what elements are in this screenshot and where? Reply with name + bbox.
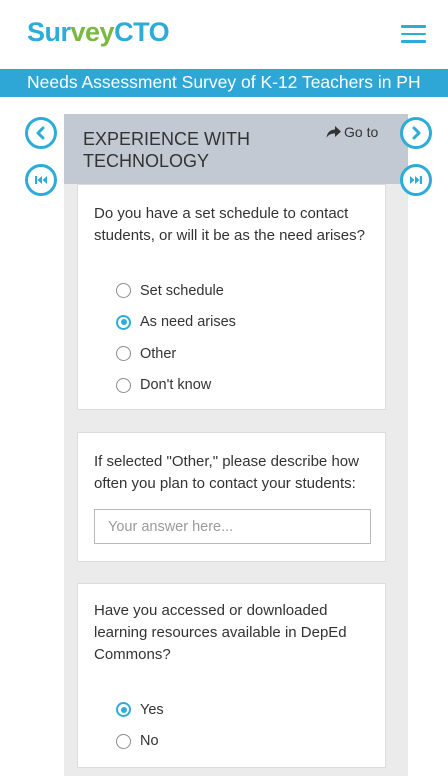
radio-group: Set schedule As need arises Other Don't … [78,275,385,401]
radio-group: Yes No [78,694,385,757]
question-text: Do you have a set schedule to contact st… [94,205,365,244]
section-header: EXPERIENCE WITH TECHNOLOGY Go to [64,114,408,184]
chevron-right-icon [412,126,421,140]
radio-option[interactable]: As need arises [116,307,385,339]
radio-button[interactable] [116,283,131,299]
first-page-button[interactable] [25,164,57,196]
skip-first-icon [35,176,47,184]
radio-button-checked[interactable] [116,702,131,718]
goto-button[interactable]: Go to [326,124,378,140]
survey-title: Needs Assessment Survey of K-12 Teachers… [27,72,421,92]
skip-last-icon [410,176,422,184]
surveycto-logo[interactable]: SurveyCTO [27,17,170,48]
radio-button-checked[interactable] [116,314,131,330]
share-arrow-icon [326,126,341,138]
answer-input[interactable] [94,509,371,544]
question-text: Have you accessed or downloaded learning… [94,602,347,663]
section-title: EXPERIENCE WITH TECHNOLOGY [83,129,251,171]
question-card-other: If selected "Other," please describe how… [77,432,386,562]
radio-button[interactable] [116,733,131,749]
next-button[interactable] [400,117,432,149]
radio-option[interactable]: No [116,726,385,758]
question-text: If selected "Other," please describe how… [94,453,359,492]
question-card-deped-commons: Have you accessed or downloaded learning… [77,583,386,768]
radio-button[interactable] [116,346,131,362]
question-card-schedule: Do you have a set schedule to contact st… [77,184,386,410]
radio-option[interactable]: Yes [116,694,385,726]
previous-button[interactable] [25,117,57,149]
survey-title-bar: Needs Assessment Survey of K-12 Teachers… [0,69,448,97]
radio-option[interactable]: Don't know [116,370,385,402]
radio-option[interactable]: Other [116,338,385,370]
last-page-button[interactable] [400,164,432,196]
top-bar: SurveyCTO [0,0,448,69]
radio-button[interactable] [116,377,131,393]
hamburger-icon[interactable] [401,25,426,43]
chevron-left-icon [36,126,45,140]
radio-option[interactable]: Set schedule [116,275,385,307]
